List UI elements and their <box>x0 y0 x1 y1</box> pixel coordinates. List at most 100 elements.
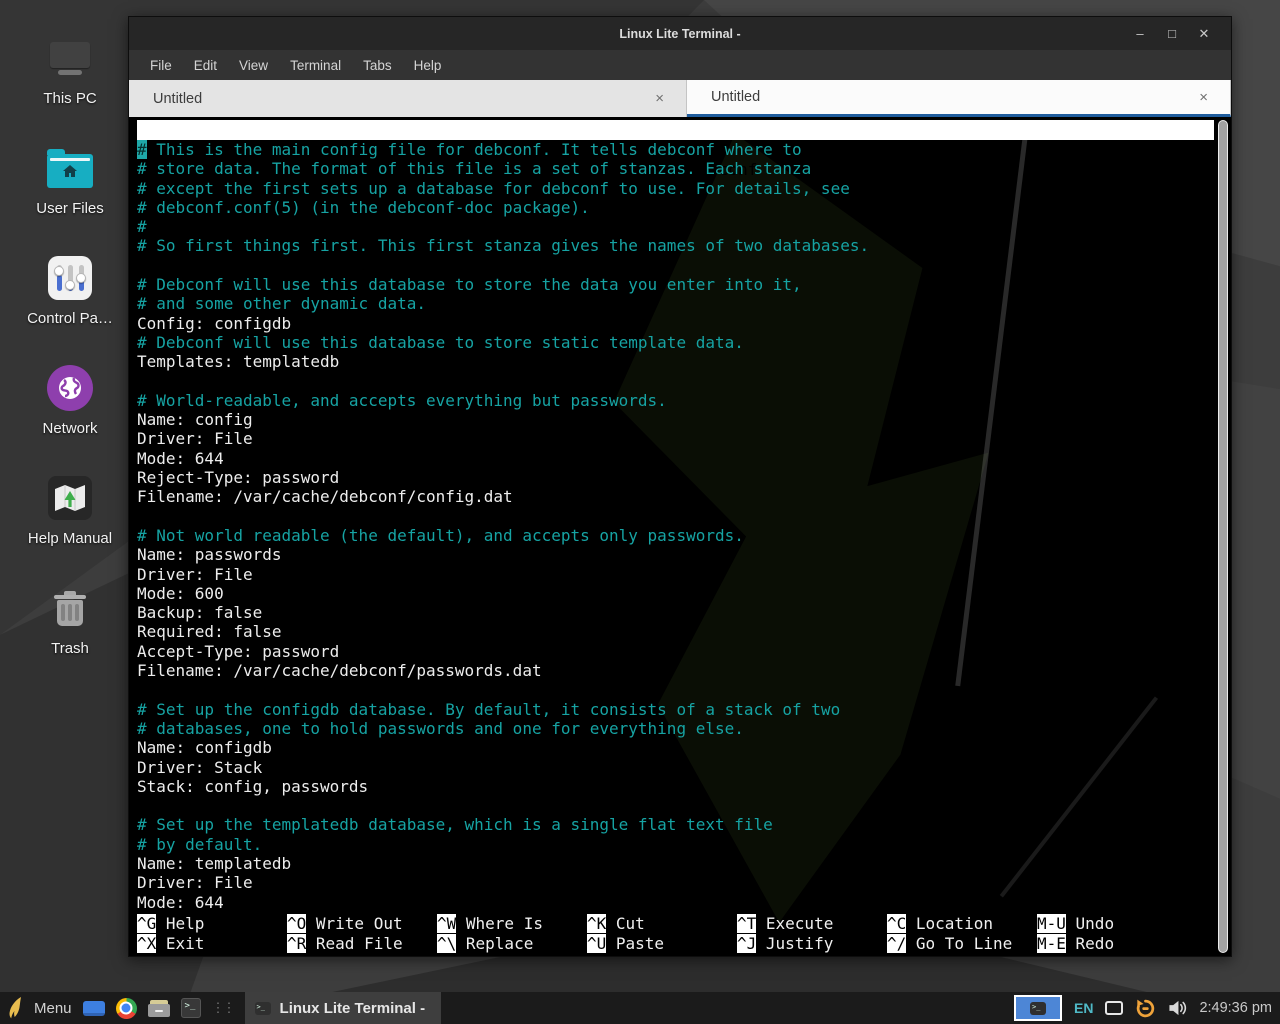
shortcut-key: M-E <box>1037 934 1066 953</box>
workspace-pager[interactable]: >_ <box>1014 995 1062 1021</box>
window-titlebar[interactable]: Linux Lite Terminal - – □ ✕ <box>129 17 1231 50</box>
terminal-line: Driver: File <box>137 429 1214 448</box>
terminal-line: # So first things first. This first stan… <box>137 236 1214 255</box>
menu-button[interactable]: Menu <box>34 1000 72 1017</box>
terminal-line: # databases, one to hold passwords and o… <box>137 719 1214 738</box>
shortcut-key: ^/ <box>887 934 906 953</box>
shortcut-exit: ^X Exit <box>137 934 287 953</box>
menu-view[interactable]: View <box>228 58 279 73</box>
desktop-icon-network[interactable]: Network <box>4 360 136 470</box>
minimize-button[interactable]: – <box>1131 26 1149 42</box>
menu-edit[interactable]: Edit <box>183 58 228 73</box>
close-button[interactable]: ✕ <box>1195 26 1213 42</box>
shortcut-read-file: ^R Read File <box>287 934 437 953</box>
tab-1[interactable]: Untitled × <box>129 80 687 117</box>
window-title: Linux Lite Terminal - <box>129 27 1231 41</box>
linuxlite-logo-icon[interactable] <box>7 997 23 1019</box>
terminal-line: Mode: 600 <box>137 584 1214 603</box>
terminal-line <box>137 507 1214 526</box>
shortcut-location: ^C Location <box>887 914 1037 933</box>
terminal-icon: >_ <box>255 1002 271 1015</box>
window-app-icon[interactable] <box>83 1001 105 1016</box>
shortcut-redo: M-E Redo <box>1037 934 1187 953</box>
terminal-line <box>137 372 1214 391</box>
desktop-icon-control-panel[interactable]: Control Pa… <box>4 250 136 360</box>
system-tray: >_ EN 2:49:36 pm <box>1014 992 1280 1024</box>
shortcut-key: ^R <box>287 934 306 953</box>
shortcut-key: ^C <box>887 914 906 933</box>
shortcut-write-out: ^O Write Out <box>287 914 437 933</box>
terminal-line: Name: config <box>137 410 1214 429</box>
shortcut-undo: M-U Undo <box>1037 914 1187 933</box>
terminal-line: Required: false <box>137 622 1214 641</box>
taskbar-handle[interactable]: ⋮⋮ <box>212 1000 234 1016</box>
terminal-scrollbar[interactable] <box>1218 120 1228 953</box>
shortcut-key: ^T <box>737 914 756 933</box>
terminal-line: # World-readable, and accepts everything… <box>137 391 1214 410</box>
terminal-line: # by default. <box>137 835 1214 854</box>
terminal-icon: >_ <box>1030 1002 1046 1015</box>
terminal-line: Templates: templatedb <box>137 352 1214 371</box>
tab-2[interactable]: Untitled × <box>687 80 1231 117</box>
file-manager-icon[interactable] <box>148 1000 170 1017</box>
shortcut-key: ^X <box>137 934 156 953</box>
desktop-icon-trash[interactable]: Trash <box>4 580 136 690</box>
desktop-icon-column: This PC User Files Control Pa… <box>4 30 136 690</box>
control-panel-icon <box>48 250 92 306</box>
terminal-line: # Set up the configdb database. By defau… <box>137 700 1214 719</box>
globe-icon <box>47 360 93 416</box>
menu-help[interactable]: Help <box>403 58 453 73</box>
nano-shortcut-bar: ^G Help^O Write Out^W Where Is^K Cut^T E… <box>137 914 1214 953</box>
shortcut-key: ^U <box>587 934 606 953</box>
clock[interactable]: 2:49:36 pm <box>1199 1000 1272 1016</box>
shortcut-paste: ^U Paste <box>587 934 737 953</box>
home-folder-icon <box>47 140 93 196</box>
terminal-line <box>137 680 1214 699</box>
menu-terminal[interactable]: Terminal <box>279 58 352 73</box>
task-button-terminal[interactable]: >_ Linux Lite Terminal - <box>245 992 442 1024</box>
taskbar: Menu >_ ⋮⋮ >_ Linux Lite Terminal - >_ E… <box>0 992 1280 1024</box>
tab-close-icon[interactable]: × <box>1199 89 1230 106</box>
scrollbar-thumb[interactable] <box>1219 121 1227 952</box>
shortcut-key: ^G <box>137 914 156 933</box>
shortcut-row: ^G Help^O Write Out^W Where Is^K Cut^T E… <box>137 914 1214 933</box>
terminal-line: Filename: /var/cache/debconf/config.dat <box>137 487 1214 506</box>
terminal-line: Config: configdb <box>137 314 1214 333</box>
terminal-line: Mode: 644 <box>137 449 1214 468</box>
language-indicator[interactable]: EN <box>1074 1000 1093 1016</box>
desktop-icon-label: User Files <box>36 200 104 217</box>
shortcut-cut: ^K Cut <box>587 914 737 933</box>
desktop-icon-label: Network <box>42 420 97 437</box>
update-icon[interactable] <box>1135 998 1156 1019</box>
terminal-line: # except the first sets up a database fo… <box>137 179 1214 198</box>
chrome-icon[interactable] <box>116 998 137 1019</box>
desktop-icon-user-files[interactable]: User Files <box>4 140 136 250</box>
terminal-line: Filename: /var/cache/debconf/passwords.d… <box>137 661 1214 680</box>
trash-icon <box>54 580 86 636</box>
tab-label: Untitled <box>687 89 760 105</box>
nano-titlebar: GNU nano 7.2 /etc/debconf.conf <box>137 120 1214 140</box>
terminal-content[interactable]: # This is the main config file for debco… <box>137 140 1214 912</box>
shortcut-key: ^K <box>587 914 606 933</box>
display-icon[interactable] <box>1105 1001 1123 1015</box>
shortcut-execute: ^T Execute <box>737 914 887 933</box>
speaker-icon[interactable] <box>1168 1000 1187 1016</box>
tab-close-icon[interactable]: × <box>655 90 686 107</box>
terminal-line: # debconf.conf(5) (in the debconf-doc pa… <box>137 198 1214 217</box>
terminal-line: # Debconf will use this database to stor… <box>137 333 1214 352</box>
desktop-icon-label: Help Manual <box>28 530 112 547</box>
menu-file[interactable]: File <box>139 58 183 73</box>
terminal-screen[interactable]: GNU nano 7.2 /etc/debconf.conf # This is… <box>129 117 1231 956</box>
terminal-line: # This is the main config file for debco… <box>137 140 1214 159</box>
menu-tabs[interactable]: Tabs <box>352 58 403 73</box>
terminal-launcher-icon[interactable]: >_ <box>181 998 201 1018</box>
desktop-icon-help-manual[interactable]: Help Manual <box>4 470 136 580</box>
terminal-line: Accept-Type: password <box>137 642 1214 661</box>
maximize-button[interactable]: □ <box>1163 26 1181 42</box>
shortcut-key: ^J <box>737 934 756 953</box>
help-manual-icon <box>48 470 92 526</box>
desktop-icon-this-pc[interactable]: This PC <box>4 30 136 140</box>
tab-label: Untitled <box>129 91 202 107</box>
terminal-line: # Not world readable (the default), and … <box>137 526 1214 545</box>
shortcut-go-to-line: ^/ Go To Line <box>887 934 1037 953</box>
